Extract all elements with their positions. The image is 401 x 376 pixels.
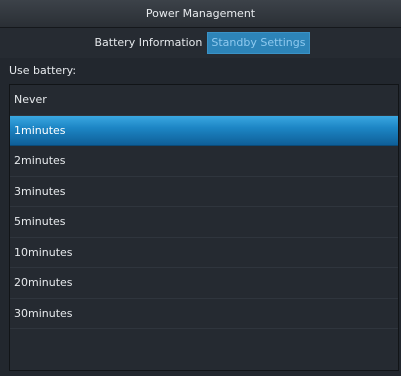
power-management-window: Power Management Battery Information Sta…: [0, 0, 401, 376]
list-item-3-minutes[interactable]: 3minutes: [10, 177, 398, 207]
list-item-10-minutes[interactable]: 10minutes: [10, 238, 398, 268]
list-item-30-minutes[interactable]: 30minutes: [10, 299, 398, 329]
use-battery-label: Use battery:: [9, 64, 77, 77]
list-item-2-minutes[interactable]: 2minutes: [10, 146, 398, 177]
list-item-20-minutes[interactable]: 20minutes: [10, 268, 398, 299]
list-item-1-minutes[interactable]: 1minutes: [10, 115, 398, 146]
standby-time-list[interactable]: Never 1minutes 2minutes 3minutes 5minute…: [9, 84, 399, 371]
tab-standby-settings[interactable]: Standby Settings: [207, 32, 310, 54]
list-item-5-minutes[interactable]: 5minutes: [10, 207, 398, 238]
tab-bar: Battery Information Standby Settings: [0, 28, 401, 58]
list-item-never[interactable]: Never: [10, 85, 398, 116]
window-title: Power Management: [0, 0, 401, 28]
tab-battery-information[interactable]: Battery Information: [92, 33, 206, 53]
